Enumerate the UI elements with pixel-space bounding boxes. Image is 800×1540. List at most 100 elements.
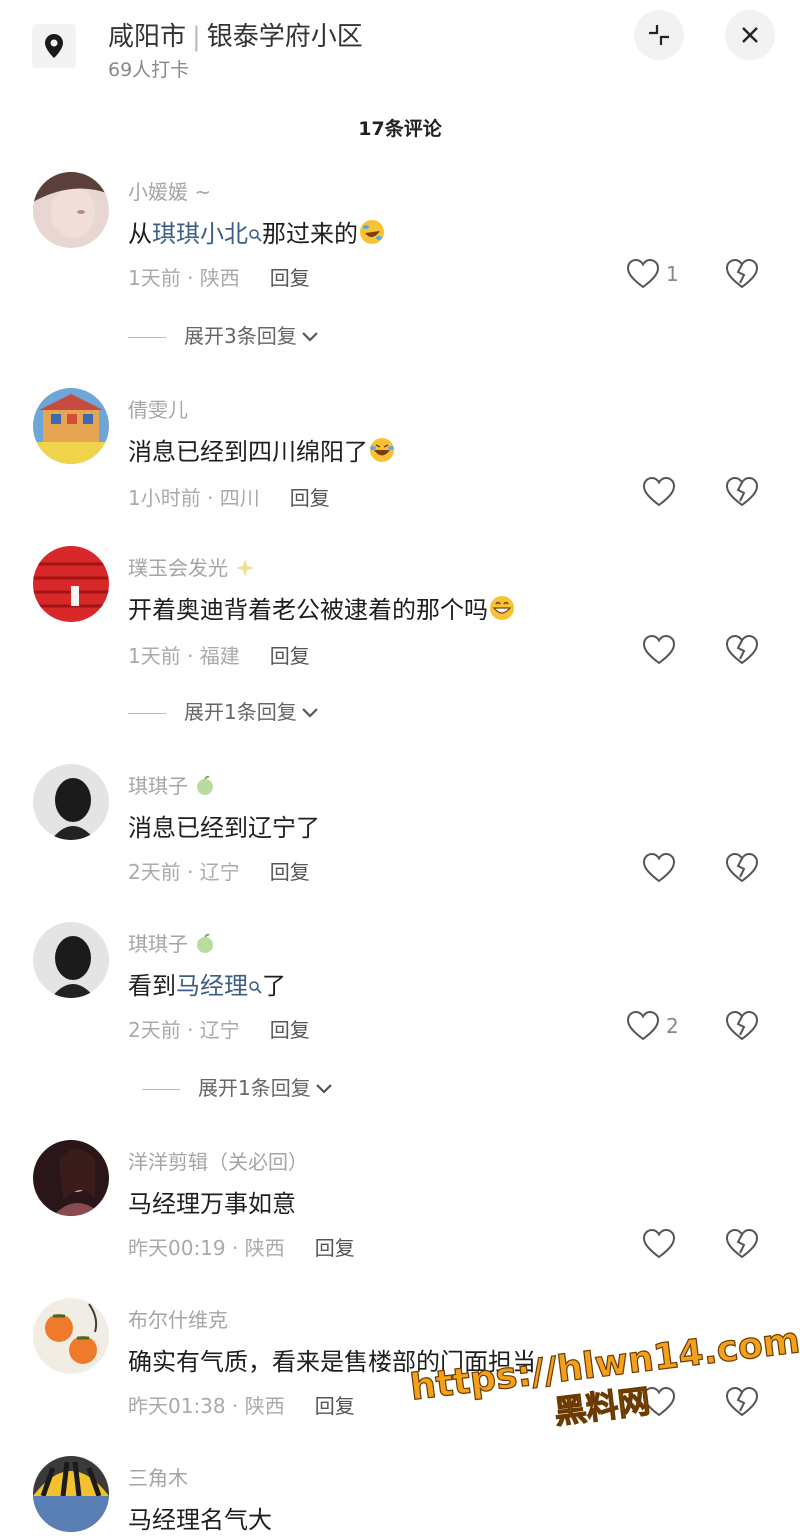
search-icon[interactable] bbox=[248, 228, 262, 242]
collapse-button[interactable] bbox=[634, 10, 684, 60]
avatar[interactable] bbox=[33, 922, 109, 998]
comments-count-title: 17条评论 bbox=[358, 118, 442, 140]
collapse-icon bbox=[649, 25, 669, 45]
expand-replies[interactable]: 展开1条回复 bbox=[142, 1072, 333, 1101]
expand-replies-label: 展开1条回复 bbox=[198, 1076, 311, 1100]
avatar[interactable] bbox=[33, 1456, 109, 1532]
title-separator: | bbox=[192, 22, 201, 52]
mention-link[interactable]: 马经理 bbox=[176, 972, 248, 1000]
expand-replies-label: 展开3条回复 bbox=[184, 324, 297, 348]
avatar[interactable] bbox=[33, 546, 109, 622]
dislike-icon[interactable] bbox=[725, 1228, 759, 1260]
chevron-down-icon bbox=[315, 1084, 332, 1094]
search-icon[interactable] bbox=[248, 980, 262, 994]
heart-icon[interactable] bbox=[642, 852, 676, 884]
avatar[interactable] bbox=[33, 1298, 109, 1374]
reply-button[interactable]: 回复 bbox=[270, 644, 310, 668]
location-header: 咸阳市 | 银泰学府小区 69人打卡 bbox=[0, 0, 800, 100]
avatar[interactable] bbox=[33, 172, 109, 248]
heart-icon[interactable] bbox=[642, 1228, 676, 1260]
reply-button[interactable]: 回复 bbox=[290, 486, 330, 510]
comment-time-location: 2天前 · 辽宁 bbox=[128, 1018, 240, 1042]
comment-meta: 2天前 · 辽宁 回复 bbox=[128, 856, 310, 885]
sparkles-icon bbox=[236, 559, 255, 577]
rofl-emoji-icon bbox=[360, 220, 384, 244]
reply-button[interactable]: 回复 bbox=[315, 1394, 355, 1418]
username-text: 琪琪子 bbox=[128, 774, 188, 798]
reply-button[interactable]: 回复 bbox=[270, 860, 310, 884]
dislike-icon[interactable] bbox=[725, 1010, 759, 1042]
comment-text: 消息已经到辽宁了 bbox=[128, 814, 320, 842]
comment-username[interactable]: 布尔什维克 bbox=[128, 1304, 228, 1333]
like-button[interactable]: 2 bbox=[626, 1010, 686, 1046]
city-name: 咸阳市 bbox=[108, 22, 187, 52]
reply-button[interactable]: 回复 bbox=[270, 1018, 310, 1042]
comment-text: 从琪琪小北 那过来的 bbox=[128, 214, 386, 249]
checkin-count: 69人打卡 bbox=[108, 59, 190, 81]
avatar[interactable] bbox=[33, 388, 109, 464]
comment-text: 消息已经到四川绵阳了 bbox=[128, 432, 396, 467]
expand-replies[interactable]: 展开1条回复 bbox=[128, 696, 319, 725]
expand-replies-label: 展开1条回复 bbox=[184, 700, 297, 724]
comment-meta: 1天前 · 福建 回复 bbox=[128, 640, 310, 669]
comment-meta: 2天前 · 辽宁 回复 bbox=[128, 1014, 310, 1043]
comment-time-location: 昨天01:38 · 陕西 bbox=[128, 1394, 285, 1418]
dislike-icon[interactable] bbox=[725, 258, 759, 290]
close-icon bbox=[742, 27, 758, 43]
comment-text: 马经理名气大 bbox=[128, 1506, 272, 1534]
dislike-icon[interactable] bbox=[725, 476, 759, 508]
like-count: 2 bbox=[666, 1014, 679, 1038]
grin-emoji-icon bbox=[490, 596, 514, 620]
divider bbox=[128, 713, 166, 714]
reply-button[interactable]: 回复 bbox=[270, 266, 310, 290]
comment-time-location: 1天前 · 陕西 bbox=[128, 266, 240, 290]
comment-username[interactable]: 倩雯儿 bbox=[128, 394, 188, 423]
comment-time-location: 昨天00:19 · 陕西 bbox=[128, 1236, 285, 1260]
comment-text-part: 那过来的 bbox=[262, 220, 358, 248]
comment-text: 开着奥迪背着老公被逮着的那个吗 bbox=[128, 590, 516, 625]
watermark: https://hlwn14.com 黑料网 bbox=[407, 1320, 800, 1450]
divider bbox=[142, 1089, 180, 1090]
like-count: 1 bbox=[666, 262, 679, 286]
comment-time-location: 1天前 · 福建 bbox=[128, 644, 240, 668]
place-name: 银泰学府小区 bbox=[206, 22, 363, 52]
comment-meta: 1天前 · 陕西 回复 bbox=[128, 262, 310, 291]
expand-replies[interactable]: 展开3条回复 bbox=[128, 320, 319, 349]
dislike-icon[interactable] bbox=[725, 852, 759, 884]
heart-icon bbox=[626, 258, 660, 289]
comment-username[interactable]: 璞玉会发光 bbox=[128, 552, 256, 581]
divider bbox=[128, 337, 166, 338]
laugh-cry-emoji-icon bbox=[370, 438, 394, 462]
heart-icon bbox=[626, 1010, 660, 1041]
green-fruit-icon bbox=[197, 775, 214, 795]
comment-text: 马经理万事如意 bbox=[128, 1190, 296, 1218]
comment-username[interactable]: 琪琪子 bbox=[128, 770, 216, 799]
comment-time-location: 2天前 · 辽宁 bbox=[128, 860, 240, 884]
username-text: 琪琪子 bbox=[128, 932, 188, 956]
chevron-down-icon bbox=[301, 708, 318, 718]
dislike-icon[interactable] bbox=[725, 634, 759, 666]
comment-text-part: 从 bbox=[128, 220, 152, 248]
comment-username[interactable]: 洋洋剪辑（关必回） bbox=[128, 1146, 308, 1175]
avatar[interactable] bbox=[33, 764, 109, 840]
location-pin-icon bbox=[32, 24, 76, 68]
comment-text-part: 了 bbox=[262, 972, 286, 1000]
comment-text-part: 消息已经到四川绵阳了 bbox=[128, 438, 368, 466]
avatar[interactable] bbox=[33, 1140, 109, 1216]
comment-meta: 昨天01:38 · 陕西 回复 bbox=[128, 1390, 355, 1419]
like-button[interactable]: 1 bbox=[626, 258, 686, 294]
close-button[interactable] bbox=[725, 10, 775, 60]
heart-icon[interactable] bbox=[642, 634, 676, 666]
comment-meta: 1小时前 · 四川 回复 bbox=[128, 482, 330, 511]
comment-text-part: 开着奥迪背着老公被逮着的那个吗 bbox=[128, 596, 488, 624]
comment-username[interactable]: 小媛媛 ~ bbox=[128, 176, 211, 205]
mention-link[interactable]: 琪琪小北 bbox=[152, 220, 248, 248]
comment-username[interactable]: 琪琪子 bbox=[128, 928, 216, 957]
reply-button[interactable]: 回复 bbox=[315, 1236, 355, 1260]
comment-text: 看到马经理了 bbox=[128, 966, 286, 1001]
comment-username[interactable]: 三角木 bbox=[128, 1462, 188, 1491]
green-fruit-icon bbox=[197, 933, 214, 953]
comment-meta: 昨天00:19 · 陕西 回复 bbox=[128, 1232, 355, 1261]
heart-icon[interactable] bbox=[642, 476, 676, 508]
location-title[interactable]: 咸阳市 | 银泰学府小区 bbox=[108, 16, 363, 53]
